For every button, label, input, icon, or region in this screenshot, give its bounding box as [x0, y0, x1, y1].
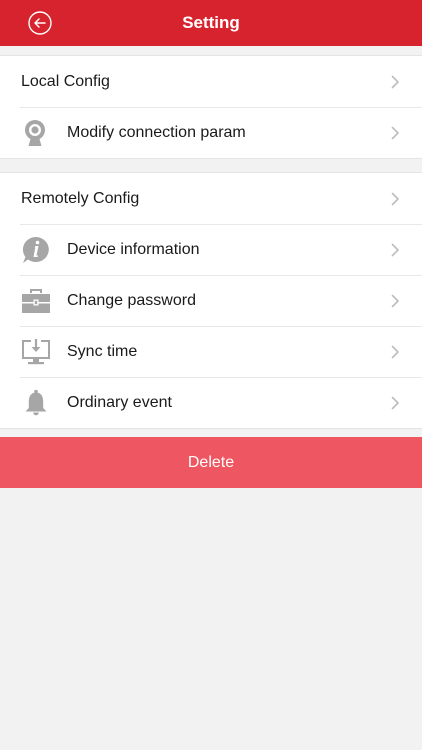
chevron-right-icon: [391, 345, 399, 359]
back-arrow-circle-icon[interactable]: [28, 11, 52, 35]
sync-time-label: Sync time: [67, 342, 138, 360]
change-password-label: Change password: [67, 291, 196, 309]
ordinary-event-item[interactable]: Ordinary event: [0, 377, 422, 428]
monitor-download-icon: [22, 339, 50, 365]
info-bubble-icon: [22, 236, 49, 263]
toolbox-icon: [22, 289, 50, 313]
device-information-label: Device information: [67, 240, 200, 258]
bell-icon: [25, 389, 47, 416]
remote-config-section: Remotely Config Device information Chang…: [0, 172, 422, 429]
ordinary-event-label: Ordinary event: [67, 393, 172, 411]
app-header: Setting: [0, 0, 422, 46]
device-information-item[interactable]: Device information: [0, 224, 422, 275]
chevron-right-icon: [391, 126, 399, 140]
local-config-section: Local Config Modify connection param: [0, 55, 422, 159]
page-title: Setting: [182, 13, 240, 32]
chevron-right-icon: [391, 192, 399, 206]
remote-config-header[interactable]: Remotely Config: [0, 173, 422, 224]
sync-time-item[interactable]: Sync time: [0, 326, 422, 377]
chevron-right-icon: [391, 396, 399, 410]
remote-config-title: Remotely Config: [21, 189, 140, 207]
chevron-right-icon: [391, 294, 399, 308]
change-password-item[interactable]: Change password: [0, 275, 422, 326]
local-config-header[interactable]: Local Config: [0, 56, 422, 107]
chevron-right-icon: [391, 75, 399, 89]
chevron-right-icon: [391, 243, 399, 257]
modify-connection-param-label: Modify connection param: [67, 123, 246, 141]
delete-button[interactable]: Delete: [0, 437, 422, 488]
modify-connection-param-item[interactable]: Modify connection param: [0, 107, 422, 158]
webcam-icon: [25, 120, 45, 146]
local-config-title: Local Config: [21, 72, 110, 90]
